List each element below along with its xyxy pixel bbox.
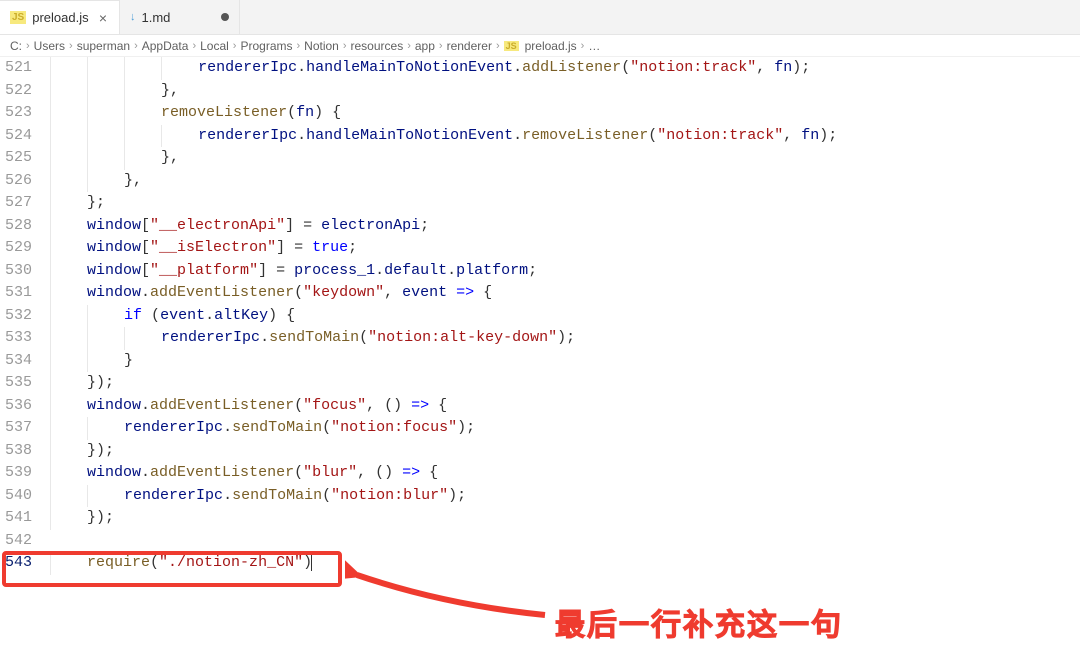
code-line[interactable]: window["__electronApi"] = electronApi;	[50, 215, 1080, 238]
chevron-right-icon: ›	[296, 40, 300, 52]
line-number: 532	[0, 305, 32, 328]
code-line[interactable]: window.addEventListener("blur", () => {	[50, 462, 1080, 485]
breadcrumb-segment[interactable]: C:	[10, 39, 22, 53]
breadcrumb: C:› Users› superman› AppData› Local› Pro…	[0, 35, 1080, 57]
chevron-right-icon: ›	[26, 40, 30, 52]
code-editor[interactable]: 5215225235245255265275285295305315325335…	[0, 57, 1080, 575]
breadcrumb-segment[interactable]: app	[415, 39, 435, 53]
line-number: 539	[0, 462, 32, 485]
js-file-icon: JS	[10, 11, 26, 24]
line-number: 531	[0, 282, 32, 305]
line-number: 522	[0, 80, 32, 103]
line-number: 526	[0, 170, 32, 193]
code-line[interactable]: window["__isElectron"] = true;	[50, 237, 1080, 260]
dirty-indicator-icon	[221, 13, 229, 21]
breadcrumb-segment[interactable]: AppData	[142, 39, 189, 53]
breadcrumb-segment[interactable]: Programs	[240, 39, 292, 53]
breadcrumb-segment[interactable]: renderer	[447, 39, 492, 53]
code-line[interactable]: rendererIpc.sendToMain("notion:blur");	[50, 485, 1080, 508]
breadcrumb-file[interactable]: preload.js	[525, 39, 577, 53]
chevron-right-icon: ›	[581, 40, 585, 52]
code-line[interactable]: },	[50, 170, 1080, 193]
code-line[interactable]: if (event.altKey) {	[50, 305, 1080, 328]
line-number: 534	[0, 350, 32, 373]
code-line[interactable]: removeListener(fn) {	[50, 102, 1080, 125]
breadcrumb-more[interactable]: …	[588, 39, 600, 53]
line-number: 533	[0, 327, 32, 350]
chevron-right-icon: ›	[496, 40, 500, 52]
chevron-right-icon: ›	[439, 40, 443, 52]
md-file-icon: ↓	[130, 11, 136, 23]
code-line[interactable]: rendererIpc.handleMainToNotionEvent.remo…	[50, 125, 1080, 148]
breadcrumb-segment[interactable]: superman	[77, 39, 130, 53]
line-number: 538	[0, 440, 32, 463]
line-number: 523	[0, 102, 32, 125]
chevron-right-icon: ›	[233, 40, 237, 52]
code-line[interactable]: });	[50, 507, 1080, 530]
line-number: 540	[0, 485, 32, 508]
line-number: 535	[0, 372, 32, 395]
line-number: 524	[0, 125, 32, 148]
chevron-right-icon: ›	[192, 40, 196, 52]
line-number: 542	[0, 530, 32, 553]
code-line[interactable]: window["__platform"] = process_1.default…	[50, 260, 1080, 283]
editor-tabs: JS preload.js × ↓ 1.md	[0, 0, 1080, 35]
code-line[interactable]: });	[50, 440, 1080, 463]
code-line[interactable]	[50, 530, 1080, 553]
code-line[interactable]: },	[50, 80, 1080, 103]
line-number: 527	[0, 192, 32, 215]
line-number: 530	[0, 260, 32, 283]
chevron-right-icon: ›	[343, 40, 347, 52]
tab-label: 1.md	[142, 10, 171, 25]
line-number: 536	[0, 395, 32, 418]
js-file-icon: JS	[504, 41, 519, 51]
chevron-right-icon: ›	[69, 40, 73, 52]
line-number: 525	[0, 147, 32, 170]
code-line[interactable]: window.addEventListener("keydown", event…	[50, 282, 1080, 305]
code-line[interactable]: });	[50, 372, 1080, 395]
breadcrumb-segment[interactable]: resources	[351, 39, 404, 53]
code-line[interactable]: rendererIpc.handleMainToNotionEvent.addL…	[50, 57, 1080, 80]
line-number: 529	[0, 237, 32, 260]
line-number: 543	[0, 552, 32, 575]
breadcrumb-segment[interactable]: Users	[34, 39, 65, 53]
line-number-gutter: 5215225235245255265275285295305315325335…	[0, 57, 50, 575]
tab-preload-js[interactable]: JS preload.js ×	[0, 0, 120, 34]
chevron-right-icon: ›	[407, 40, 411, 52]
annotation-text: 最后一行补充这一句	[555, 600, 843, 644]
line-number: 528	[0, 215, 32, 238]
code-line[interactable]: rendererIpc.sendToMain("notion:alt-key-d…	[50, 327, 1080, 350]
breadcrumb-segment[interactable]: Local	[200, 39, 229, 53]
tab-label: preload.js	[32, 10, 88, 25]
chevron-right-icon: ›	[134, 40, 138, 52]
code-line[interactable]: window.addEventListener("focus", () => {	[50, 395, 1080, 418]
breadcrumb-segment[interactable]: Notion	[304, 39, 339, 53]
code-line[interactable]: rendererIpc.sendToMain("notion:focus");	[50, 417, 1080, 440]
code-content[interactable]: rendererIpc.handleMainToNotionEvent.addL…	[50, 57, 1080, 575]
line-number: 541	[0, 507, 32, 530]
code-line[interactable]: },	[50, 147, 1080, 170]
line-number: 521	[0, 57, 32, 80]
code-line[interactable]: }	[50, 350, 1080, 373]
line-number: 537	[0, 417, 32, 440]
code-line[interactable]: require("./notion-zh_CN")	[50, 552, 1080, 575]
close-icon[interactable]: ×	[97, 10, 109, 26]
tab-1-md[interactable]: ↓ 1.md	[120, 0, 240, 34]
code-line[interactable]: };	[50, 192, 1080, 215]
